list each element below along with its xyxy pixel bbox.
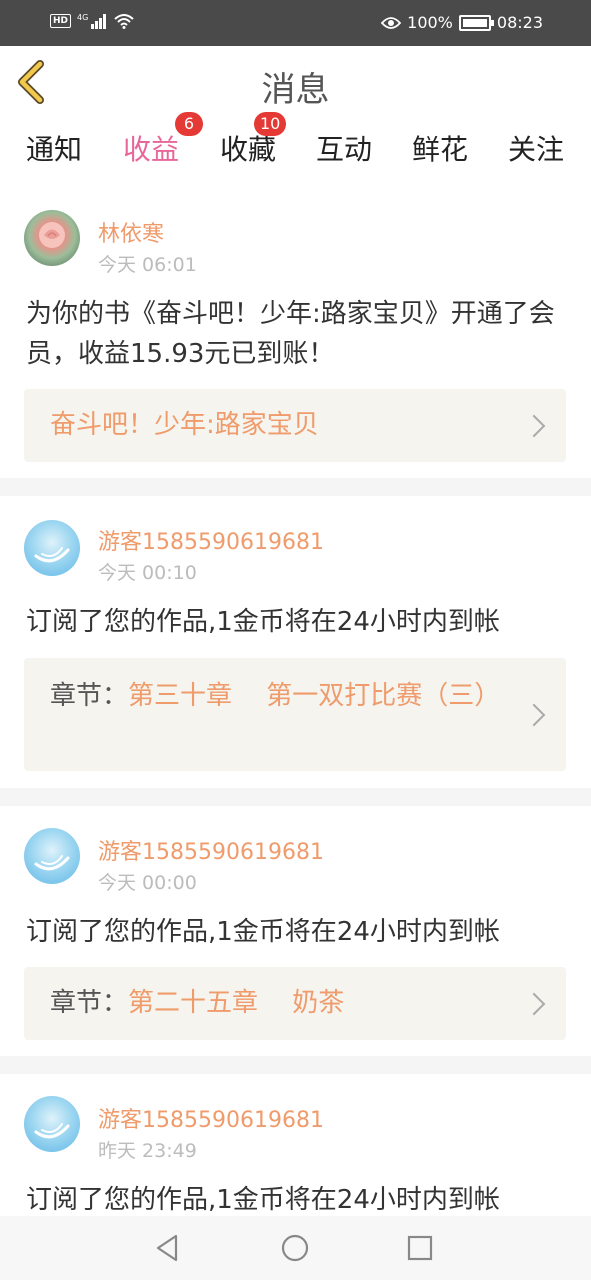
book-link[interactable]: 奋斗吧！少年:路家宝贝: [24, 389, 566, 462]
status-left: HD 4G: [50, 13, 134, 29]
message-time: 昨天 23:49: [98, 1140, 197, 1162]
chapter-title: 章节：第三十章 第一双打比赛（三）: [50, 676, 506, 716]
nav-recents-button[interactable]: [404, 1232, 436, 1264]
message-text: 订阅了您的作品,1金币将在24小时内到帐: [26, 1185, 500, 1215]
tab-label: 收藏: [219, 133, 276, 166]
avatar[interactable]: [24, 210, 80, 266]
ref-value: 第二十五章 奶茶: [128, 988, 345, 1018]
tab-label: 鲜花: [411, 133, 468, 166]
message-time: 今天 00:00: [98, 872, 197, 894]
rose-icon: [39, 222, 65, 248]
guest-avatar-icon: [34, 855, 70, 871]
message-text: 为你的书《奋斗吧！少年:路家宝贝》开通了会员，收益15.93元已到账！: [26, 299, 555, 369]
signal-icon: [91, 14, 107, 29]
circle-home-icon: [281, 1234, 309, 1262]
square-recents-icon: [407, 1235, 433, 1261]
hd-indicator: HD: [50, 14, 72, 28]
message-card: 林依寒 今天 06:01 为你的书《奋斗吧！少年:路家宝贝》开通了会员，收益15…: [0, 180, 591, 476]
chevron-right-icon: [522, 992, 546, 1016]
battery-percent: 100%: [407, 13, 453, 32]
chapter-link[interactable]: 章节：第二十五章 奶茶: [24, 967, 566, 1040]
message-text: 订阅了您的作品,1金币将在24小时内到帐: [26, 917, 500, 947]
avatar[interactable]: [24, 520, 80, 576]
chevron-right-icon: [522, 703, 546, 727]
tab-label: 关注: [507, 133, 564, 166]
tab-label: 互动: [315, 133, 372, 166]
page-title: 消息: [261, 70, 330, 110]
unread-badge: 6: [175, 112, 203, 136]
tab-interaction[interactable]: 互动: [296, 128, 392, 178]
nav-back-button[interactable]: [152, 1232, 184, 1264]
tab-label: 收益: [122, 133, 179, 166]
username[interactable]: 游客1585590619681: [98, 834, 324, 866]
message-text: 订阅了您的作品,1金币将在24小时内到帐: [26, 607, 500, 637]
guest-avatar-icon: [34, 547, 70, 563]
ref-label: 章节：: [50, 681, 129, 711]
message-card: 游客1585590619681 今天 00:10 订阅了您的作品,1金币将在24…: [0, 496, 591, 786]
triangle-back-icon: [156, 1234, 178, 1262]
username[interactable]: 游客1585590619681: [98, 1102, 324, 1134]
ref-value: 第三十章 第一双打比赛（三）: [128, 681, 501, 711]
chevron-right-icon: [522, 414, 546, 438]
status-right: 100% 08:23: [381, 13, 543, 32]
ref-value: 奋斗吧！少年:路家宝贝: [50, 410, 319, 440]
message-time: 今天 06:01: [98, 254, 197, 276]
divider: [0, 788, 591, 806]
guest-avatar-icon: [34, 1123, 70, 1139]
username[interactable]: 游客1585590619681: [98, 524, 324, 556]
username[interactable]: 林依寒: [98, 216, 164, 248]
message-time: 今天 00:10: [98, 562, 197, 584]
eye-comfort-icon: [381, 16, 402, 29]
unread-badge: 10: [254, 112, 287, 136]
divider: [0, 1056, 591, 1074]
tab-follow[interactable]: 关注: [488, 128, 584, 178]
divider: [0, 478, 591, 496]
avatar[interactable]: [24, 828, 80, 884]
message-card: 游客1585590619681 昨天 23:49 订阅了您的作品,1金币将在24…: [0, 1074, 591, 1216]
tab-earnings[interactable]: 收益 6: [103, 112, 203, 185]
app-header: 消息: [0, 46, 591, 118]
message-card: 游客1585590619681 今天 00:00 订阅了您的作品,1金币将在24…: [0, 806, 591, 1054]
nav-home-button[interactable]: [279, 1232, 311, 1264]
ref-label: 章节：: [50, 988, 129, 1018]
tab-notifications[interactable]: 通知: [6, 128, 102, 178]
wifi-icon: [114, 14, 134, 29]
tab-bar: 通知 收益 6 收藏 10 互动 鲜花 关注: [0, 112, 591, 185]
clock: 08:23: [496, 13, 543, 32]
tab-flowers[interactable]: 鲜花: [392, 128, 488, 178]
network-type: 4G: [77, 12, 89, 22]
battery-icon: [458, 14, 494, 31]
avatar[interactable]: [24, 1096, 80, 1152]
system-nav-bar: [0, 1216, 591, 1280]
chapter-link[interactable]: 章节：第三十章 第一双打比赛（三）: [24, 658, 566, 771]
book-title: 奋斗吧！少年:路家宝贝: [50, 405, 506, 445]
tab-favorites[interactable]: 收藏 10: [200, 112, 296, 178]
status-bar: HD 4G 100% 08:23: [0, 0, 591, 46]
tab-label: 通知: [25, 133, 82, 166]
chapter-title: 章节：第二十五章 奶茶: [50, 983, 506, 1023]
